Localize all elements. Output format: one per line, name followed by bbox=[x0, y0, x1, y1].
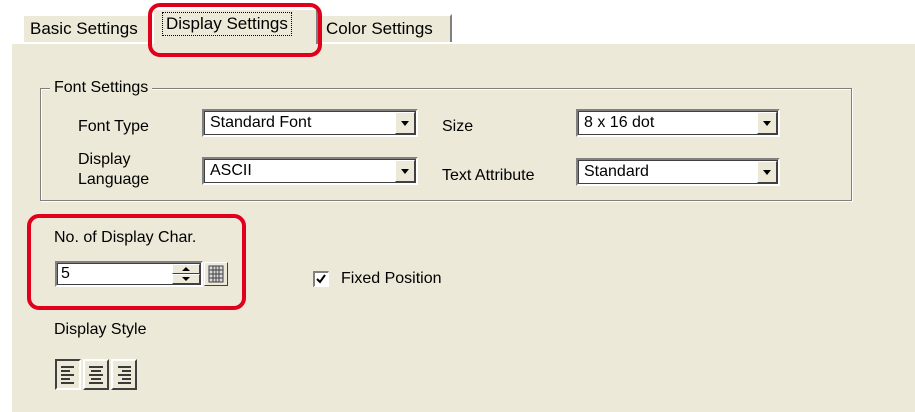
text-attribute-dropdown-arrow-icon[interactable] bbox=[757, 161, 777, 183]
tab-color-settings[interactable]: Color Settings bbox=[318, 14, 452, 44]
display-language-label-line2: Language bbox=[78, 171, 150, 188]
tab-basic-settings[interactable]: Basic Settings bbox=[22, 14, 152, 44]
keypad-button[interactable] bbox=[204, 262, 228, 286]
display-language-select[interactable]: ASCII bbox=[202, 157, 418, 185]
font-type-select[interactable]: Standard Font bbox=[202, 109, 418, 137]
size-value: 8 x 16 dot bbox=[584, 114, 655, 131]
size-label: Size bbox=[442, 118, 474, 135]
size-dropdown-arrow-icon[interactable] bbox=[757, 112, 777, 134]
display-style-label: Display Style bbox=[54, 321, 147, 338]
font-type-label: Font Type bbox=[78, 118, 149, 135]
tab-display-settings[interactable]: Display Settings bbox=[152, 8, 318, 44]
display-language-dropdown-arrow-icon[interactable] bbox=[395, 160, 415, 182]
tab-basic-settings-label: Basic Settings bbox=[30, 19, 138, 38]
text-attribute-value: Standard bbox=[584, 163, 649, 180]
align-left-icon bbox=[61, 366, 74, 384]
text-attribute-select[interactable]: Standard bbox=[576, 158, 780, 186]
align-center-button[interactable] bbox=[83, 359, 109, 390]
fixed-position-checkbox[interactable] bbox=[313, 271, 329, 287]
display-char-label: No. of Display Char. bbox=[54, 229, 197, 246]
align-right-icon bbox=[118, 366, 131, 384]
font-type-dropdown-arrow-icon[interactable] bbox=[395, 112, 415, 134]
checkmark-icon bbox=[316, 274, 326, 284]
display-char-value: 5 bbox=[61, 265, 70, 282]
spin-down-icon[interactable] bbox=[172, 274, 200, 284]
font-type-value: Standard Font bbox=[210, 114, 312, 131]
fixed-position-label: Fixed Position bbox=[341, 270, 442, 287]
size-select[interactable]: 8 x 16 dot bbox=[576, 109, 780, 137]
keypad-grid-icon bbox=[208, 265, 224, 283]
align-left-button[interactable] bbox=[55, 359, 81, 390]
align-center-icon bbox=[89, 366, 103, 384]
text-attribute-label: Text Attribute bbox=[442, 167, 535, 184]
align-right-button[interactable] bbox=[111, 359, 137, 390]
tab-display-settings-label: Display Settings bbox=[162, 12, 292, 36]
font-settings-title: Font Settings bbox=[50, 78, 153, 98]
display-language-label-line1: Display bbox=[78, 151, 131, 168]
display-language-value: ASCII bbox=[210, 162, 252, 179]
spin-up-icon[interactable] bbox=[172, 264, 200, 274]
tab-color-settings-label: Color Settings bbox=[326, 19, 433, 38]
